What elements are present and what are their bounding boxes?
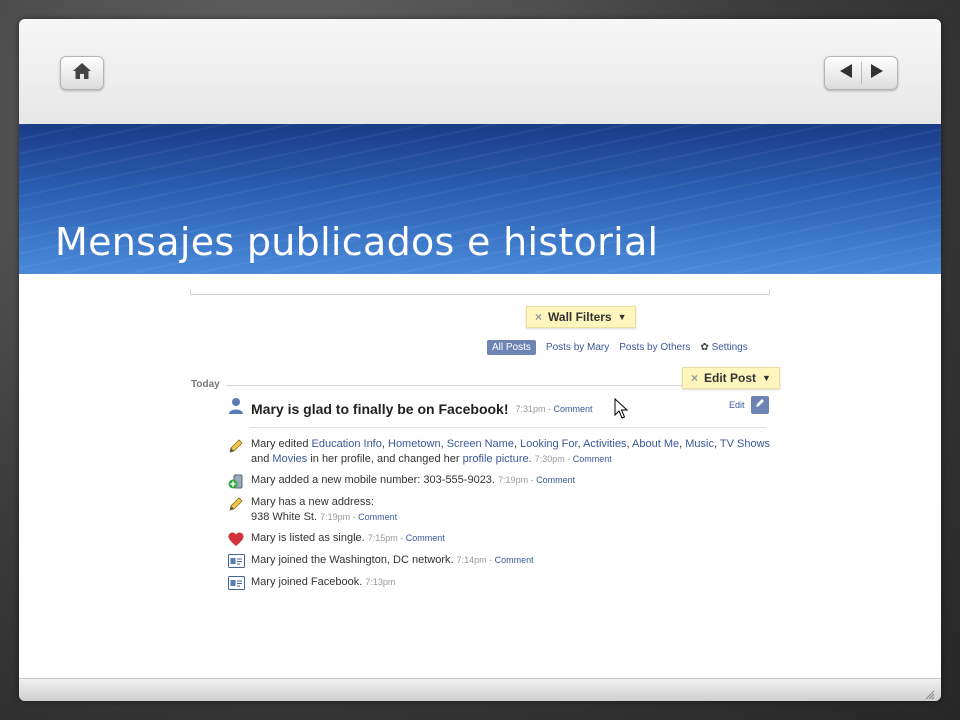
feed-text: Mary joined Facebook. [251,576,366,588]
caret-down-icon: ▼ [762,373,771,383]
feed-text: and [251,453,273,465]
feed-item-time: 7:13pm [365,577,396,587]
edit-link[interactable]: Edit [729,400,745,410]
tab-posts-by-mary[interactable]: Posts by Mary [546,342,609,353]
feed-item-time: 7:15pm [367,533,398,543]
profile-field-link[interactable]: Movies [272,453,307,465]
profile-field-link[interactable]: Screen Name [447,438,514,450]
today-label: Today [191,379,220,390]
feed-text: Mary joined the Washington, DC network. [251,554,457,566]
feed-item: Mary joined Facebook. 7:13pm [227,575,772,591]
feed-item-time: 7:30pm [534,454,565,464]
comment-link[interactable]: Comment [406,533,445,543]
feed-text: Mary added a new mobile number: 303-555-… [251,474,499,486]
profile-field-link[interactable]: TV Shows [720,438,770,450]
resize-grip-icon[interactable] [923,685,935,700]
profile-field-link[interactable]: About Me [632,438,679,450]
top-toolbar [19,19,941,124]
feed-text: 938 White St. [251,511,321,523]
main-status-post: Mary is glad to finally be on Facebook! … [228,397,593,420]
feed-text: Mary is listed as single. [251,532,368,544]
feed-item-separator: - [528,475,537,485]
status-divider [250,427,766,428]
feed-item-separator: - [486,555,495,565]
wall-filter-tabs: All Posts Posts by Mary Posts by Others … [487,340,748,355]
edit-pencil-button[interactable] [751,396,769,414]
profile-field-link[interactable]: profile picture [463,453,529,465]
feed-item-text: Mary joined the Washington, DC network. … [251,553,534,569]
wall-filters-label: Wall Filters [548,310,612,324]
tab-settings[interactable]: ✿ Settings [700,342,747,353]
arrow-right-icon[interactable] [870,63,884,83]
slide-title: Mensajes publicados e historial [55,220,659,264]
feed-item-text: Mary edited Education Info, Hometown, Sc… [251,437,772,467]
tab-posts-by-others[interactable]: Posts by Others [619,342,690,353]
profile-field-link[interactable]: Education Info [312,438,382,450]
id-card-icon [227,553,245,569]
feed-item-text: Mary has a new address: 938 White St. 7:1… [251,495,397,525]
navigation-arrows [824,56,898,90]
feed-item: Mary added a new mobile number: 303-555-… [227,473,772,489]
feed-item-time: 7:19pm [320,512,351,522]
status-meta: 7:31pm - Comment [516,404,593,414]
activity-feed: Mary edited Education Info, Hometown, Sc… [227,437,772,597]
profile-field-link[interactable]: Hometown [388,438,441,450]
feed-item: Mary edited Education Info, Hometown, Sc… [227,437,772,467]
heart-icon [227,531,245,547]
wall-filters-tooltip[interactable]: × Wall Filters ▼ [526,306,636,328]
arrow-separator [860,62,862,84]
feed-text: Mary has a new address: [251,496,374,508]
feed-item-separator: - [564,454,573,464]
status-comment-link[interactable]: Comment [554,404,593,414]
comment-link[interactable]: Comment [495,555,534,565]
tab-all-posts[interactable]: All Posts [487,340,536,355]
feed-item-text: Mary is listed as single. 7:15pm - Comme… [251,531,445,547]
feed-item-text: Mary added a new mobile number: 303-555-… [251,473,575,489]
edit-post-label: Edit Post [704,371,757,385]
close-icon[interactable]: × [535,310,542,324]
mouse-cursor-icon [614,397,629,425]
slide: Mensajes publicados e historial × Wall F… [19,19,941,701]
pencil-icon [227,437,245,453]
arrow-left-icon[interactable] [839,63,853,83]
comment-link[interactable]: Comment [573,454,612,464]
feed-item-separator: - [350,512,359,522]
screenshot-frame-top [190,289,770,295]
status-text: Mary is glad to finally be on Facebook! [251,400,509,417]
pencil-icon [227,495,245,511]
feed-item-time: 7:19pm [498,475,529,485]
profile-field-link[interactable]: Music [685,438,714,450]
comment-link[interactable]: Comment [358,512,397,522]
tab-settings-label: Settings [711,342,748,353]
user-icon [228,397,244,420]
feed-text: in her profile, and changed her [307,453,463,465]
bottom-bar [19,678,941,701]
phone-add-icon [227,473,245,489]
feed-item-text: Mary joined Facebook. 7:13pm [251,575,395,591]
feed-item-time: 7:14pm [456,555,487,565]
facebook-wall-screenshot: × Wall Filters ▼ All Posts Posts by Mary… [172,289,787,659]
feed-item: Mary joined the Washington, DC network. … [227,553,772,569]
close-icon[interactable]: × [691,371,698,385]
feed-item: Mary is listed as single. 7:15pm - Comme… [227,531,772,547]
caret-down-icon: ▼ [617,312,627,322]
pencil-icon [754,396,766,414]
feed-item-separator: - [397,533,406,543]
id-card-icon [227,575,245,591]
comment-link[interactable]: Comment [536,475,575,485]
feed-text: Mary edited [251,438,312,450]
feed-item: Mary has a new address: 938 White St. 7:1… [227,495,772,525]
status-time: 7:31pm [515,403,546,414]
status-separator: - [545,403,554,414]
edit-post-tooltip[interactable]: × Edit Post ▼ [682,367,780,389]
home-button[interactable] [60,56,104,90]
home-icon [72,62,92,84]
profile-field-link[interactable]: Activities [583,438,626,450]
profile-field-link[interactable]: Looking For [520,438,577,450]
gear-icon: ✿ [700,342,709,353]
title-banner: Mensajes publicados e historial [19,124,941,274]
